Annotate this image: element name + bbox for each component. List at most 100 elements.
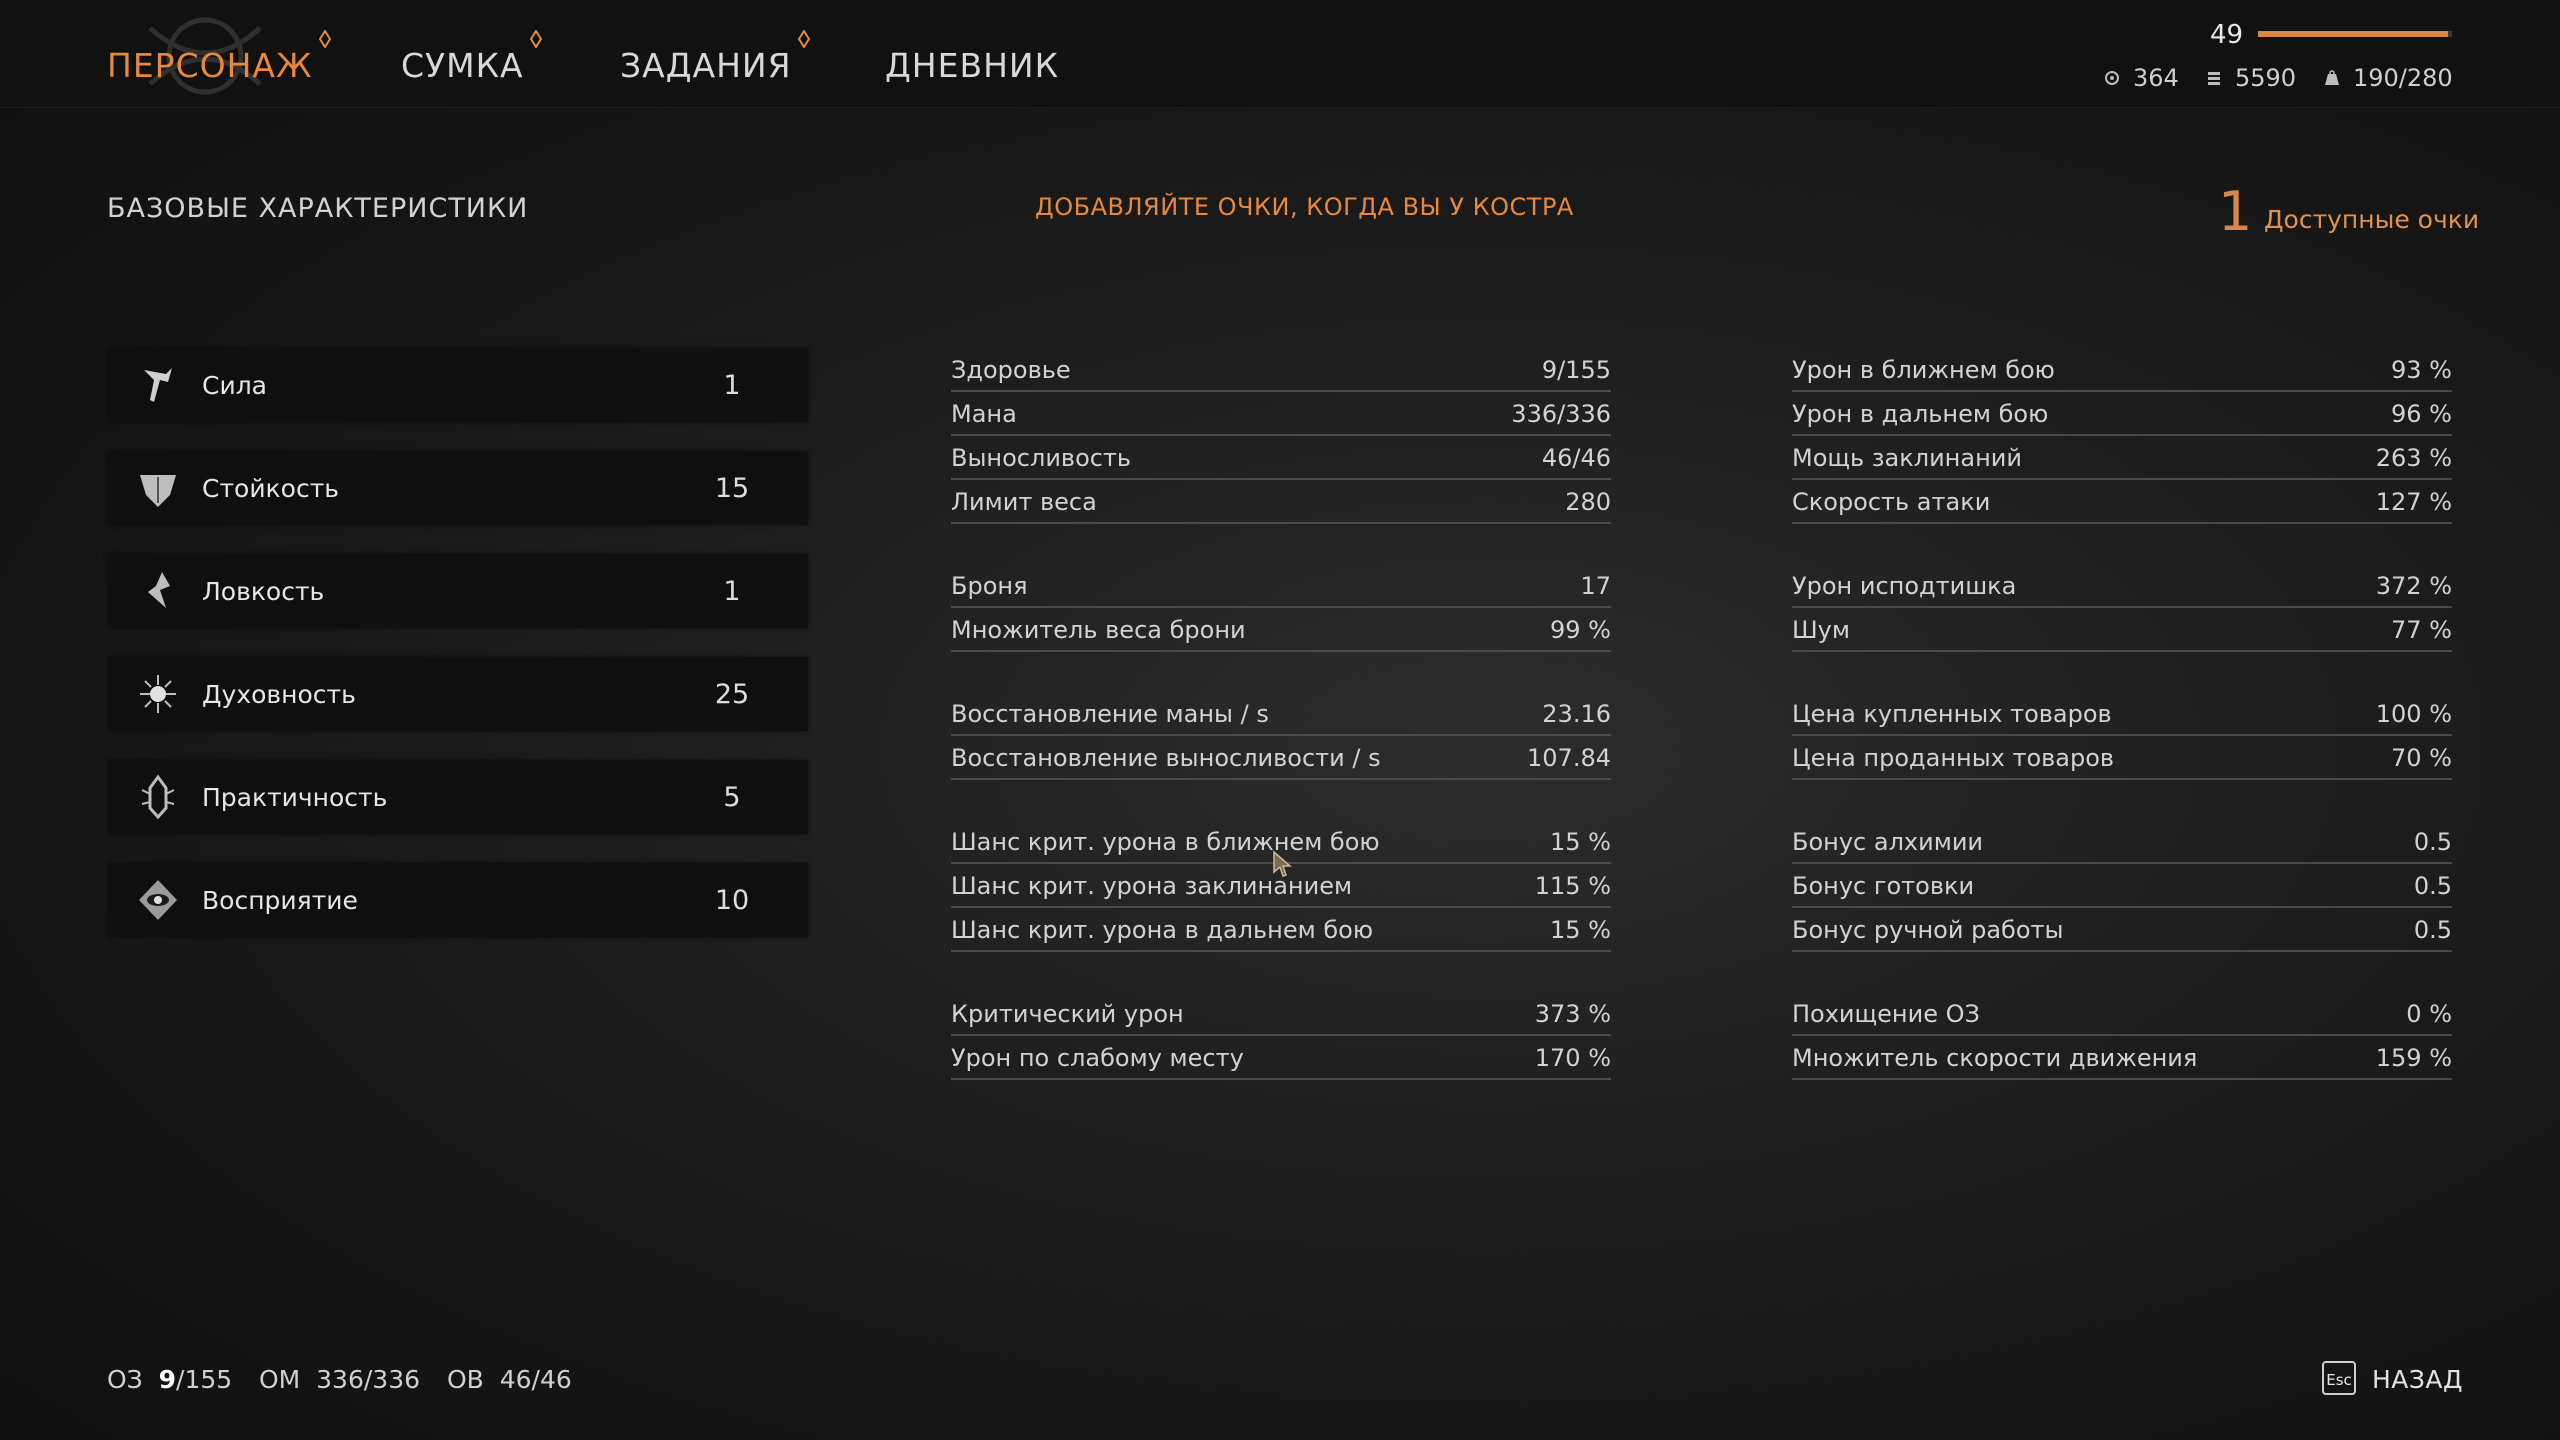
stat-name: Цена купленных товаров	[1792, 700, 2112, 728]
stat-name: Шум	[1792, 616, 1850, 644]
resource-weight: 190/280	[2323, 64, 2453, 92]
stat-name: Скорость атаки	[1792, 488, 1991, 516]
footer-sp: ОВ 46/46	[447, 1365, 572, 1394]
stat-name: Множитель скорости движения	[1792, 1044, 2198, 1072]
xp-bar-fill	[2258, 31, 2449, 37]
coins-stack-icon	[2208, 72, 2220, 85]
new-indicator-icon	[529, 30, 542, 48]
attribute-endurance[interactable]: Стойкость 15	[108, 451, 808, 525]
stat-name: Похищение ОЗ	[1792, 1000, 1980, 1028]
stat-value: 100 %	[2375, 700, 2452, 728]
stat-row: Урон исподтишка 372 %	[1792, 564, 2452, 608]
top-nav-bar: ПЕРСОНАЖ СУМКА ЗАДАНИЯ ДНЕВНИК 49 364 55…	[0, 0, 2560, 108]
tab-journal[interactable]: ДНЕВНИК	[885, 46, 1059, 85]
available-points-value: 1	[2218, 180, 2253, 243]
tab-quests[interactable]: ЗАДАНИЯ	[620, 30, 810, 85]
player-level: 49	[2210, 20, 2244, 50]
stat-name: Урон в ближнем бою	[1792, 356, 2055, 384]
xp-bar	[2258, 31, 2452, 37]
stat-row: Лимит веса 280	[951, 480, 1611, 524]
stat-value: 107.84	[1527, 744, 1611, 772]
tab-bag[interactable]: СУМКА	[401, 30, 542, 85]
stat-name: Бонус ручной работы	[1792, 916, 2064, 944]
stat-value: 15 %	[1550, 916, 1611, 944]
stat-row: Шум 77 %	[1792, 608, 2452, 652]
stat-value: 23.16	[1542, 700, 1611, 728]
stat-value: 280	[1565, 488, 1611, 516]
strength-icon	[144, 368, 172, 402]
spirit-icon	[140, 675, 176, 713]
attribute-strength[interactable]: Сила 1	[108, 348, 808, 422]
stat-value: 77 %	[2391, 616, 2452, 644]
stat-name: Мощь заклинаний	[1792, 444, 2022, 472]
stat-value: 372 %	[2375, 572, 2452, 600]
tab-bag-label: СУМКА	[401, 46, 524, 85]
stat-value: 17	[1580, 572, 1611, 600]
attribute-dexterity[interactable]: Ловкость 1	[108, 554, 808, 628]
mouse-cursor-icon	[1273, 850, 1292, 877]
stat-row: Множитель веса брони 99 %	[951, 608, 1611, 652]
stat-row: Мощь заклинаний 263 %	[1792, 436, 2452, 480]
stat-row: Урон по слабому месту 170 %	[951, 1036, 1611, 1080]
stat-name: Восстановление маны / s	[951, 700, 1269, 728]
new-indicator-icon	[797, 30, 810, 48]
stat-row: Шанс крит. урона в дальнем бою 15 %	[951, 908, 1611, 952]
stat-name: Урон в дальнем бою	[1792, 400, 2049, 428]
stat-value: 46/46	[1541, 444, 1611, 472]
tab-journal-label: ДНЕВНИК	[885, 46, 1060, 85]
stat-row: Скорость атаки 127 %	[1792, 480, 2452, 524]
stat-name: Лимит веса	[951, 488, 1097, 516]
footer-hp: ОЗ 9/155	[107, 1365, 233, 1394]
endurance-icon	[140, 475, 176, 507]
stat-row: Восстановление выносливости / s 107.84	[951, 736, 1611, 780]
stat-name: Шанс крит. урона в дальнем бою	[951, 916, 1374, 944]
stat-value: 96 %	[2391, 400, 2452, 428]
attribute-perception[interactable]: Восприятие 10	[108, 863, 808, 937]
tab-character[interactable]: ПЕРСОНАЖ	[107, 30, 331, 85]
stat-row: Урон в ближнем бою 93 %	[1792, 348, 2452, 392]
footer-mp: ОМ 336/336	[259, 1365, 421, 1394]
stat-row: Похищение ОЗ 0 %	[1792, 992, 2452, 1036]
resource-second: 5590	[2205, 64, 2296, 92]
stat-value: 373 %	[1534, 1000, 1611, 1028]
stat-name: Урон по слабому месту	[951, 1044, 1244, 1072]
stat-value: 336/336	[1511, 400, 1611, 428]
stat-row: Здоровье 9/155	[951, 348, 1611, 392]
stat-name: Броня	[951, 572, 1028, 600]
stat-value: 170 %	[1534, 1044, 1611, 1072]
stat-name: Здоровье	[951, 356, 1071, 384]
stat-row: Броня 17	[951, 564, 1611, 608]
stat-name: Бонус готовки	[1792, 872, 1975, 900]
stat-name: Выносливость	[951, 444, 1132, 472]
esc-key-icon[interactable]: Esc	[2322, 1361, 2356, 1395]
stat-value: 159 %	[2375, 1044, 2452, 1072]
stat-row: Мана 336/336	[951, 392, 1611, 436]
new-indicator-icon	[318, 30, 331, 48]
tab-quests-label: ЗАДАНИЯ	[620, 46, 792, 85]
stat-value: 15 %	[1550, 828, 1611, 856]
stat-value: 115 %	[1534, 872, 1611, 900]
weight-icon	[2325, 70, 2339, 85]
available-points-label: Доступные очки	[2264, 205, 2480, 234]
base-stats-title: БАЗОВЫЕ ХАРАКТЕРИСТИКИ	[107, 193, 529, 224]
stat-row: Множитель скорости движения 159 %	[1792, 1036, 2452, 1080]
stat-value: 99 %	[1550, 616, 1611, 644]
attribute-spirit[interactable]: Духовность 25	[108, 657, 808, 731]
stat-value: 127 %	[2375, 488, 2452, 516]
stat-row: Урон в дальнем бою 96 %	[1792, 392, 2452, 436]
tab-character-label: ПЕРСОНАЖ	[107, 46, 313, 85]
stat-name: Восстановление выносливости / s	[951, 744, 1381, 772]
stat-name: Бонус алхимии	[1792, 828, 1984, 856]
stat-name: Шанс крит. урона в ближнем бою	[951, 828, 1380, 856]
stat-value: 0.5	[2413, 828, 2452, 856]
stat-value: 9/155	[1541, 356, 1611, 384]
back-button[interactable]: НАЗАД	[2372, 1365, 2463, 1394]
coin-icon	[2105, 71, 2119, 85]
dexterity-icon	[148, 572, 170, 608]
stat-value: 0.5	[2413, 916, 2452, 944]
stat-name: Множитель веса брони	[951, 616, 1246, 644]
stat-name: Мана	[951, 400, 1017, 428]
stat-value: 263 %	[2375, 444, 2452, 472]
attribute-practicality[interactable]: Практичность 5	[108, 760, 808, 834]
perception-icon	[139, 880, 177, 920]
